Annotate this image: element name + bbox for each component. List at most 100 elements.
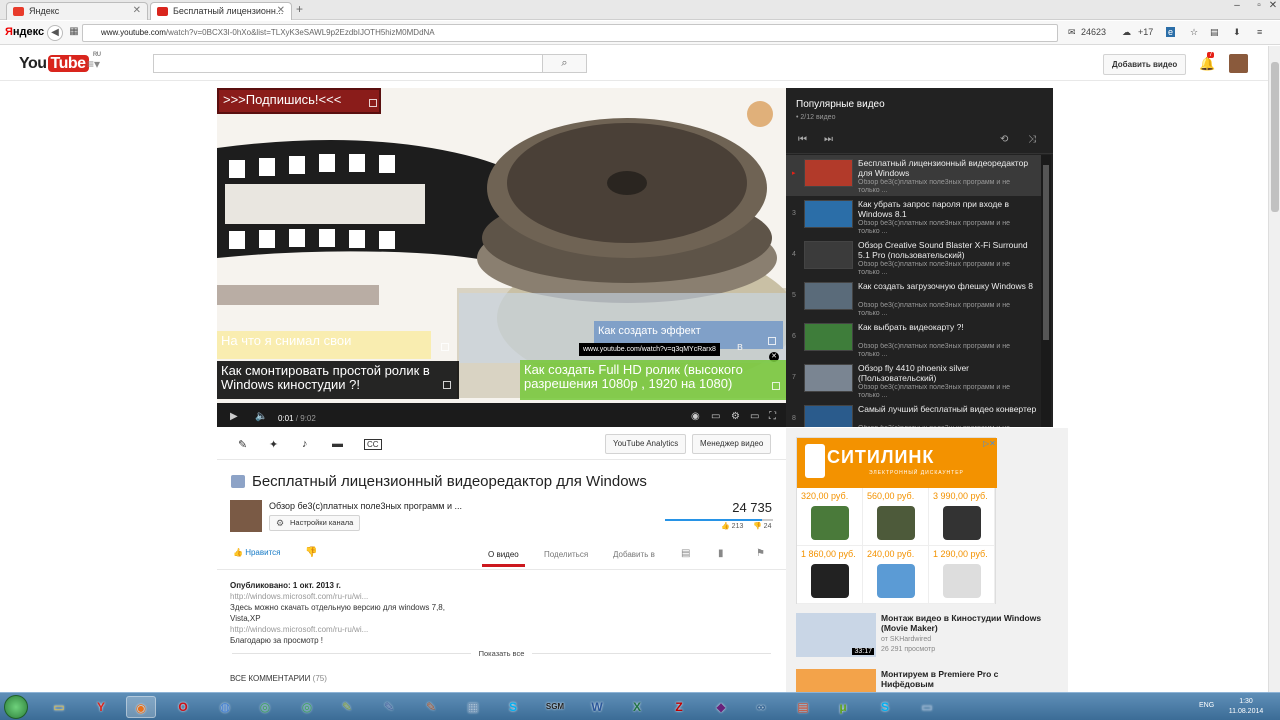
- explorer-icon[interactable]: ▭: [44, 696, 74, 718]
- previous-icon[interactable]: ⏮: [798, 134, 807, 145]
- playlist-item[interactable]: ▸ Бесплатный лицензионный видеоредактор д…: [786, 155, 1041, 196]
- torrent-icon[interactable]: μ: [828, 696, 858, 718]
- youtube-analytics-button[interactable]: YouTube Analytics: [605, 434, 687, 454]
- ad-product[interactable]: 1 290,00 руб.: [929, 546, 995, 604]
- tab-youtube[interactable]: Бесплатный лицензионн... ✕: [150, 2, 292, 20]
- user-avatar[interactable]: [1229, 54, 1248, 73]
- tab-share[interactable]: Поделиться: [544, 550, 588, 559]
- firefox-icon[interactable]: ◉: [126, 696, 156, 718]
- back-icon[interactable]: ◀: [47, 25, 63, 41]
- tab-add-to[interactable]: Добавить в: [613, 550, 655, 559]
- show-all-button[interactable]: Показать все: [217, 648, 786, 659]
- shuffle-icon[interactable]: ⤨: [1028, 134, 1036, 145]
- yandex-browser-icon[interactable]: Y: [86, 696, 116, 718]
- statistics-icon[interactable]: ▮: [718, 548, 724, 559]
- volume-icon[interactable]: 🔈: [255, 411, 267, 422]
- captions-icon[interactable]: ▭: [711, 411, 720, 422]
- annotations-icon[interactable]: ▬: [332, 438, 343, 450]
- description-link[interactable]: http://windows.microsoft.com/ru-ru/wi...: [230, 624, 773, 635]
- annotation-fullhd[interactable]: Как создать Full HD ролик (высокого разр…: [520, 360, 786, 400]
- playlist-item[interactable]: 7 Обзор fly 4410 phoenix silver (Пользова…: [786, 360, 1041, 401]
- search-button[interactable]: ⌕: [543, 54, 587, 73]
- annotation-subscribe[interactable]: >>>Подпишись!<<<: [217, 88, 381, 114]
- tab-about[interactable]: О видео: [482, 550, 525, 567]
- download-icon[interactable]: ⬇: [1233, 27, 1241, 38]
- description-link[interactable]: http://windows.microsoft.com/ru-ru/wi...: [230, 591, 773, 602]
- start-button[interactable]: [4, 695, 28, 719]
- transcript-icon[interactable]: ▤: [681, 548, 690, 559]
- new-tab-icon[interactable]: +: [296, 2, 303, 16]
- extension-icon[interactable]: e: [1166, 27, 1176, 37]
- mail-icon[interactable]: ✉: [1068, 27, 1076, 38]
- edit-pencil-icon[interactable]: ✎: [238, 438, 247, 451]
- clock[interactable]: 1:30 11.08.2014: [1226, 697, 1266, 717]
- annotations-toggle-icon[interactable]: ◉: [691, 411, 700, 422]
- youtube-logo[interactable]: You Tube RU: [19, 52, 101, 73]
- report-flag-icon[interactable]: ⚑: [756, 548, 765, 559]
- settings-gear-icon[interactable]: ⚙: [731, 411, 740, 422]
- subtitles-cc-icon[interactable]: CC: [364, 439, 382, 450]
- playlist-item[interactable]: 4 Обзор Creative Sound Blaster X-Fi Surro…: [786, 237, 1041, 278]
- enhance-wand-icon[interactable]: ✦: [269, 438, 278, 451]
- like-button[interactable]: 👍 Нравится: [233, 548, 281, 557]
- upload-button[interactable]: Добавить видео: [1103, 54, 1187, 75]
- related-video[interactable]: 33:17 Монтаж видео в Киностудии Windows (…: [796, 613, 1058, 661]
- close-window-icon[interactable]: ✕: [1262, 0, 1280, 11]
- playlist-item[interactable]: 6 Как выбрать видеокарту ?! Обзор бе3(с)пл…: [786, 319, 1041, 360]
- chrome-icon[interactable]: ◎: [250, 696, 280, 718]
- next-icon[interactable]: ⏭: [824, 134, 833, 145]
- skype-icon[interactable]: S: [498, 696, 528, 718]
- address-bar[interactable]: www.youtube.com/watch?v=0BCX3I-0hXo&list…: [82, 24, 1058, 42]
- video-frame[interactable]: >>>Подпишись!<<< На что я снимал свои Ка…: [217, 88, 786, 403]
- close-tab-icon[interactable]: ✕: [133, 5, 141, 16]
- playlist-scrollbar[interactable]: [1041, 155, 1051, 427]
- minimize-icon[interactable]: –: [1226, 0, 1248, 11]
- video-player[interactable]: >>>Подпишись!<<< На что я снимал свои Ка…: [217, 88, 786, 427]
- fullscreen-icon[interactable]: ⛶: [769, 411, 776, 422]
- globe-icon[interactable]: ◍: [210, 696, 240, 718]
- excel-icon[interactable]: X: [622, 696, 652, 718]
- annotation-how-to-edit[interactable]: Как смонтировать простой ролик в Windows…: [217, 361, 459, 399]
- calculator-icon[interactable]: ▦: [458, 696, 488, 718]
- window-icon[interactable]: ▭: [912, 696, 942, 718]
- bookmarks-icon[interactable]: ▤: [1210, 27, 1219, 38]
- ad-product[interactable]: 560,00 руб.: [863, 488, 929, 546]
- channel-name[interactable]: Обзор бе3(с)платных поле3ных программ и …: [269, 501, 462, 511]
- weather-icon[interactable]: ☁: [1122, 27, 1131, 38]
- ad-close-icon[interactable]: ▷✕: [983, 439, 996, 448]
- guide-menu-icon[interactable]: ≡▾: [87, 57, 100, 71]
- tools-icon[interactable]: ✎: [416, 696, 446, 718]
- filezilla-icon[interactable]: Z: [664, 696, 694, 718]
- skype-alt-icon[interactable]: S: [870, 696, 900, 718]
- app-icon[interactable]: ∞: [746, 696, 776, 718]
- ad-product[interactable]: 320,00 руб.: [797, 488, 863, 546]
- chrome-alt-icon[interactable]: ◎: [292, 696, 322, 718]
- play-icon[interactable]: ▶: [230, 411, 238, 422]
- notepad-icon[interactable]: ✎: [374, 696, 404, 718]
- playlist-item[interactable]: 3 Как убрать запрос пароля при входе в Wi…: [786, 196, 1041, 237]
- annotation-what-i-film[interactable]: На что я снимал свои: [217, 331, 449, 359]
- word-icon[interactable]: W: [582, 696, 612, 718]
- ad-product[interactable]: 3 990,00 руб.: [929, 488, 995, 546]
- star-icon[interactable]: ☆: [1190, 27, 1198, 38]
- theater-mode-icon[interactable]: ▭: [750, 411, 759, 422]
- search-input[interactable]: [153, 54, 543, 73]
- channel-settings-button[interactable]: ⚙ Настройки канала: [269, 515, 361, 531]
- close-tab-icon[interactable]: ✕: [277, 5, 285, 16]
- ad-product[interactable]: 1 860,00 руб.: [797, 546, 863, 604]
- page-icon[interactable]: ▦: [66, 25, 82, 41]
- playlist-scrollbar-thumb[interactable]: [1043, 165, 1049, 340]
- dislike-button[interactable]: 👎: [305, 547, 317, 558]
- notifications-icon[interactable]: 🔔 7: [1199, 52, 1215, 72]
- page-scrollbar[interactable]: [1268, 46, 1280, 692]
- yandex-logo[interactable]: Яндекс: [5, 26, 44, 38]
- audio-note-icon[interactable]: ♪: [302, 438, 308, 450]
- opera-icon[interactable]: O: [168, 696, 198, 718]
- menu-icon[interactable]: ≡: [1257, 27, 1262, 37]
- office-icon[interactable]: ▤: [788, 696, 818, 718]
- ad-product[interactable]: 240,00 руб.: [863, 546, 929, 604]
- video-manager-button[interactable]: Менеджер видео: [692, 434, 772, 454]
- paint-icon[interactable]: ✎: [332, 696, 362, 718]
- language-indicator[interactable]: ENG: [1199, 702, 1214, 709]
- sgm-icon[interactable]: SGM: [540, 696, 570, 718]
